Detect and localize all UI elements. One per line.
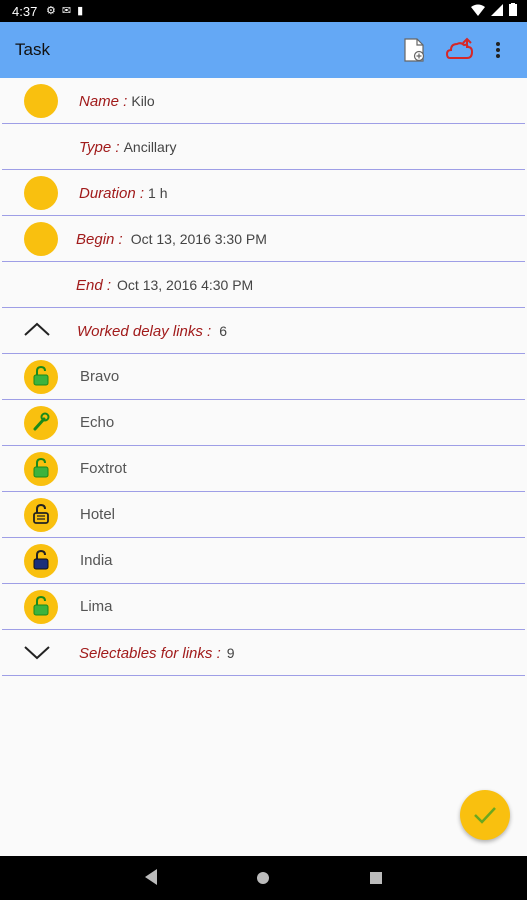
field-label-duration: Duration :1 h — [79, 185, 168, 202]
field-value-name: Kilo — [131, 93, 155, 109]
field-label-name: Name : Kilo — [79, 93, 155, 110]
system-nav-bar — [0, 856, 527, 900]
wifi-icon — [471, 4, 485, 16]
selectables-label-text: Selectables for links : — [79, 645, 221, 662]
mail-icon: ✉ — [61, 5, 72, 17]
link-name: India — [80, 552, 113, 569]
lock-open-icon — [33, 366, 49, 386]
field-label-text: Duration : — [79, 185, 145, 202]
link-row[interactable]: Foxtrot — [2, 446, 525, 492]
worked-links-count: 6 — [219, 323, 228, 339]
link-name: Echo — [80, 414, 115, 431]
link-row[interactable]: Hotel — [2, 492, 525, 538]
worked-links-label-text: Worked delay links : — [77, 323, 212, 340]
field-value-type: Ancillary — [123, 139, 177, 155]
field-value-duration: 1 h — [148, 185, 168, 201]
duration-status-icon — [24, 176, 58, 210]
status-time: 4:37 — [12, 4, 38, 19]
field-value-end: Oct 13, 2016 4:30 PM — [117, 277, 254, 293]
link-row[interactable]: India — [2, 538, 525, 584]
field-label-text: Type : — [79, 139, 120, 156]
settings-icon: ⚙ — [46, 5, 56, 17]
worked-links-label: Worked delay links : 6 — [77, 323, 227, 340]
link-name: Lima — [80, 598, 113, 615]
cloud-upload-icon[interactable] — [445, 36, 477, 64]
link-status-badge — [24, 360, 58, 394]
link-row[interactable]: Lima — [2, 584, 525, 630]
name-status-icon — [24, 84, 58, 118]
link-status-badge — [24, 406, 58, 440]
field-label-type: Type : Ancillary — [79, 139, 176, 156]
lock-open-outline-icon — [33, 504, 49, 524]
link-name: Foxtrot — [80, 460, 127, 477]
selectables-label: Selectables for links : 9 — [79, 645, 235, 662]
field-value-begin: Oct 13, 2016 3:30 PM — [130, 231, 267, 247]
field-label-text: Begin : — [76, 231, 123, 248]
new-document-icon[interactable] — [400, 36, 428, 64]
link-status-badge — [24, 498, 58, 532]
check-icon — [474, 807, 496, 824]
link-status-badge — [24, 590, 58, 624]
nav-recents-icon[interactable] — [369, 871, 383, 885]
worked-links-header[interactable]: Worked delay links : 6 — [2, 308, 525, 354]
field-row-end[interactable]: End : Oct 13, 2016 4:30 PM — [2, 262, 525, 308]
status-notification-icons: ⚙ ✉ ▮ — [46, 4, 83, 17]
link-status-badge — [24, 452, 58, 486]
confirm-fab-button[interactable] — [460, 790, 510, 840]
link-status-badge — [24, 544, 58, 578]
selectables-count: 9 — [226, 645, 235, 661]
nav-home-icon[interactable] — [256, 871, 270, 885]
more-vert-icon[interactable] — [488, 36, 508, 64]
field-row-name[interactable]: Name : Kilo — [2, 78, 525, 124]
chevron-down-icon[interactable] — [24, 642, 50, 662]
selectables-header[interactable]: Selectables for links : 9 — [2, 630, 525, 676]
lock-icon — [33, 550, 49, 570]
lock-open-icon — [33, 458, 49, 478]
page-title: Task — [15, 40, 50, 59]
field-row-begin[interactable]: Begin : Oct 13, 2016 3:30 PM — [2, 216, 525, 262]
link-name: Hotel — [80, 506, 116, 523]
app-bar: Task — [0, 22, 527, 78]
field-label-text: End : — [76, 277, 112, 294]
status-system-icons — [471, 3, 517, 16]
field-label-end: End : Oct 13, 2016 4:30 PM — [76, 277, 253, 294]
wrench-icon — [33, 412, 50, 431]
field-label-text: Name : — [79, 93, 128, 110]
field-row-type[interactable]: Type : Ancillary — [2, 124, 525, 170]
link-name: Bravo — [80, 368, 120, 385]
sd-card-icon: ▮ — [77, 5, 84, 17]
lock-open-icon — [33, 596, 49, 616]
link-row[interactable]: Echo — [2, 400, 525, 446]
chevron-up-icon[interactable] — [24, 320, 50, 340]
field-label-begin: Begin : Oct 13, 2016 3:30 PM — [76, 231, 267, 248]
nav-back-icon[interactable] — [143, 868, 159, 886]
begin-status-icon — [24, 222, 58, 256]
battery-icon — [509, 3, 517, 16]
task-detail-list: Name : Kilo Type : Ancillary Duration :1 h… — [0, 78, 527, 676]
signal-icon — [491, 3, 503, 16]
status-bar: 4:37 ⚙ ✉ ▮ — [0, 0, 527, 22]
link-row[interactable]: Bravo — [2, 354, 525, 400]
field-row-duration[interactable]: Duration :1 h — [2, 170, 525, 216]
